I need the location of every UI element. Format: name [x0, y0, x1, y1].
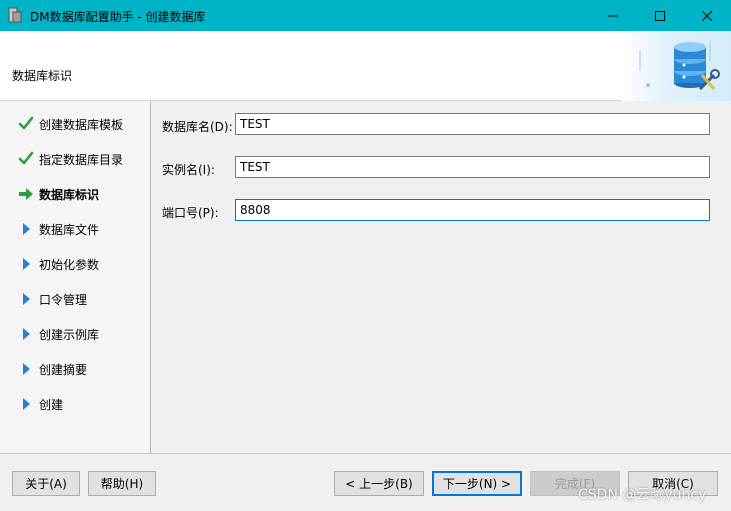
step-item-summary[interactable]: 创建摘要 — [0, 357, 150, 381]
port-label: 端口号(P): — [162, 206, 219, 220]
triangle-right-icon — [18, 221, 34, 237]
help-button[interactable]: 帮助(H) — [88, 471, 156, 496]
triangle-right-icon — [18, 291, 34, 307]
about-button[interactable]: 关于(A) — [12, 471, 80, 496]
footer-divider — [0, 453, 731, 454]
port-input[interactable] — [235, 199, 710, 221]
db-name-label: 数据库名(D): — [162, 120, 233, 134]
arrow-right-icon — [18, 186, 34, 202]
step-label: 口令管理 — [39, 293, 88, 307]
step-label: 初始化参数 — [39, 258, 100, 272]
step-label: 数据库标识 — [39, 188, 100, 202]
app-icon — [8, 7, 22, 23]
instance-name-input[interactable] — [235, 156, 710, 178]
step-item-init-params[interactable]: 初始化参数 — [0, 252, 150, 276]
step-label: 数据库文件 — [39, 223, 100, 237]
header-art — [622, 31, 731, 101]
watermark-text: CSDN @云曦yuncy — [578, 487, 707, 503]
step-label: 创建示例库 — [39, 328, 100, 342]
minimize-button[interactable] — [590, 0, 636, 31]
next-button[interactable]: 下一步(N) > — [432, 471, 522, 496]
triangle-right-icon — [18, 256, 34, 272]
maximize-button[interactable] — [637, 0, 683, 31]
step-label: 创建 — [39, 398, 64, 412]
triangle-right-icon — [18, 396, 34, 412]
step-item-sample-db[interactable]: 创建示例库 — [0, 322, 150, 346]
db-name-input[interactable] — [235, 113, 710, 135]
triangle-right-icon — [18, 361, 34, 377]
step-label: 指定数据库目录 — [39, 153, 124, 167]
step-item-db-identity[interactable]: 数据库标识 — [0, 182, 150, 206]
checkmark-icon — [18, 151, 34, 167]
step-item-password[interactable]: 口令管理 — [0, 287, 150, 311]
database-settings-icon — [639, 41, 720, 91]
step-item-create[interactable]: 创建 — [0, 392, 150, 416]
instance-name-label: 实例名(I): — [162, 163, 215, 177]
step-header: 数据库标识 — [0, 31, 731, 101]
maximize-icon — [655, 10, 665, 21]
checkmark-icon — [18, 116, 34, 132]
close-icon — [702, 10, 712, 21]
window-title: DM数据库配置助手 - 创建数据库 — [30, 10, 206, 24]
previous-button[interactable]: < 上一步(B) — [334, 471, 424, 496]
step-label: 创建摘要 — [39, 363, 88, 377]
wizard-steps-sidebar: 创建数据库模板 指定数据库目录 数据库标识 数据库文件 初始化参数 口令管理 创… — [0, 101, 151, 453]
minimize-icon — [608, 15, 618, 16]
db-identity-form: 数据库名(D): 实例名(I): 端口号(P): — [151, 101, 731, 453]
step-item-db-directory[interactable]: 指定数据库目录 — [0, 147, 150, 171]
title-bar[interactable]: DM数据库配置助手 - 创建数据库 — [0, 0, 731, 31]
step-label: 创建数据库模板 — [39, 118, 124, 132]
step-title: 数据库标识 — [12, 69, 73, 83]
triangle-right-icon — [18, 326, 34, 342]
step-item-db-files[interactable]: 数据库文件 — [0, 217, 150, 241]
close-button[interactable] — [684, 0, 730, 31]
step-item-create-template[interactable]: 创建数据库模板 — [0, 112, 150, 136]
